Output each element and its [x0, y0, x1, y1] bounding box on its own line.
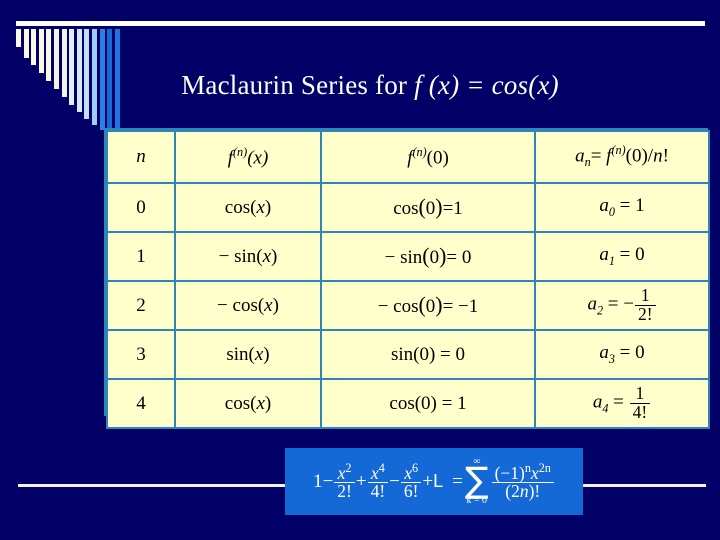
cell-fnx: − sin(x) — [174, 231, 322, 282]
header-cell-fnx: f(n)(x) — [174, 130, 322, 184]
cell-fn0: − cos(0)= −1 — [320, 280, 536, 331]
cell-an: a4 = 1 4! — [534, 378, 710, 429]
top-horizontal-rule — [16, 21, 705, 26]
summand-fraction: (−1)nx2n (2n)! — [491, 460, 554, 501]
summand-numerator: (−1)nx2n — [494, 460, 551, 483]
cell-fnx: cos(x) — [174, 182, 322, 233]
table-row: 0 cos(x) cos(0)=1 a0 = 1 — [106, 182, 710, 233]
table-container: n f(n)(x) f(n)(0) an= f(n)(0)/n! 0 cos(x… — [104, 128, 710, 429]
header-cell-an: an= f(n)(0)/n! — [534, 130, 710, 184]
title-function-argument: (x) = cos(x) — [421, 70, 559, 100]
cell-an: a0 = 1 — [534, 182, 710, 233]
formula-op-4: + — [422, 470, 434, 492]
cosine-maclaurin-series-formula: 1− x2 2! + x4 4! − x6 6! + L = ∞ ∑ k = 0 (−1)nx2n (2n)! — [285, 448, 583, 515]
formula-op-1: − — [322, 470, 334, 492]
sigma-glyph: ∑ — [464, 460, 489, 502]
title-prefix: Maclaurin Series for — [181, 70, 415, 100]
formula-op-3: − — [389, 470, 400, 492]
cell-n: 4 — [106, 378, 176, 429]
formula-lead: 1 — [313, 470, 323, 492]
slide-canvas: Maclaurin Series for f (x) = cos(x) n f(… — [0, 0, 720, 540]
table-row: 3 sin(x) sin(0) = 0 a3 = 0 — [106, 329, 710, 380]
decoration-bar — [38, 29, 44, 73]
decoration-bar — [23, 29, 29, 58]
cell-n: 1 — [106, 231, 176, 282]
cell-fnx: − cos(x) — [174, 280, 322, 331]
title-function-symbol: f — [414, 70, 422, 100]
header-cell-n: n — [106, 130, 176, 184]
formula-term-3: x6 6! — [400, 462, 422, 501]
fraction: 1 2! — [634, 286, 656, 324]
sigma-lower-limit: k = 0 — [466, 494, 487, 506]
cell-n: 3 — [106, 329, 176, 380]
cell-an: a1 = 0 — [534, 231, 710, 282]
maclaurin-derivative-table: n f(n)(x) f(n)(0) an= f(n)(0)/n! 0 cos(x… — [106, 130, 710, 429]
summation-symbol: ∞ ∑ k = 0 — [464, 456, 489, 507]
table-header-row: n f(n)(x) f(n)(0) an= f(n)(0)/n! — [106, 130, 710, 184]
cell-fnx: sin(x) — [174, 329, 322, 380]
header-cell-fn0: f(n)(0) — [320, 130, 536, 184]
fraction: 1 4! — [629, 384, 651, 422]
cell-n: 2 — [106, 280, 176, 331]
page-title: Maclaurin Series for f (x) = cos(x) — [40, 68, 700, 102]
summand-denominator: (2n)! — [491, 482, 554, 501]
formula-ellipsis: L — [433, 471, 444, 491]
formula-equals: = — [452, 470, 463, 492]
cell-an: a2 = −1 2! — [534, 280, 710, 331]
cell-fn0: cos(0) = 1 — [320, 378, 536, 429]
table-row: 2 − cos(x) − cos(0)= −1 a2 = −1 2! — [106, 280, 710, 331]
formula-term-1: x2 2! — [334, 462, 355, 501]
decoration-bar — [16, 29, 21, 47]
cell-fn0: − sin(0)= 0 — [320, 231, 536, 282]
cell-an: a3 = 0 — [534, 329, 710, 380]
cell-fn0: cos(0)=1 — [320, 182, 536, 233]
cell-fnx: cos(x) — [174, 378, 322, 429]
decoration-bar — [31, 29, 37, 65]
cell-n: 0 — [106, 182, 176, 233]
table-row: 4 cos(x) cos(0) = 1 a4 = 1 4! — [106, 378, 710, 429]
cell-fn0: sin(0) = 0 — [320, 329, 536, 380]
formula-term-2: x4 4! — [367, 462, 389, 501]
table-row: 1 − sin(x) − sin(0)= 0 a1 = 0 — [106, 231, 710, 282]
formula-op-2: + — [355, 470, 367, 492]
